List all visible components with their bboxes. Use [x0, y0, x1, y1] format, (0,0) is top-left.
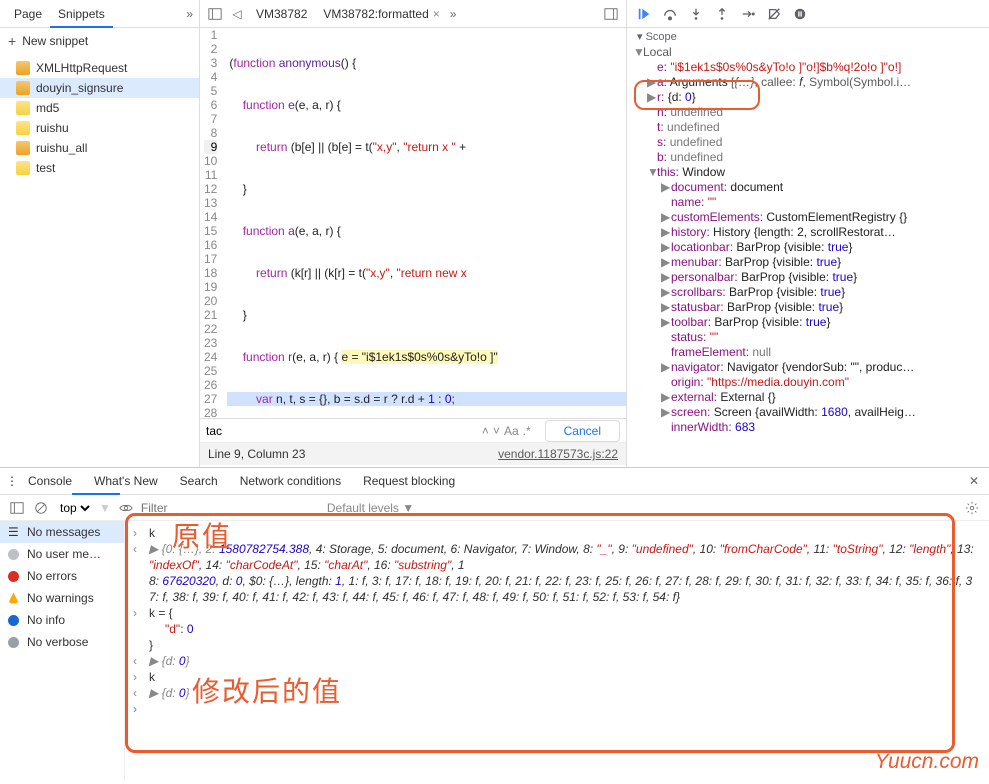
resume-icon[interactable]	[635, 5, 653, 23]
close-drawer-icon[interactable]: ✕	[969, 474, 979, 488]
tab-file-active[interactable]: VM38782:formatted×	[317, 3, 445, 25]
tree-item[interactable]: ruishu_all	[0, 138, 199, 158]
tab-request-blocking[interactable]: Request blocking	[363, 468, 455, 494]
file-icon	[16, 81, 30, 95]
filter-no-user[interactable]: No user me…	[0, 543, 124, 565]
overflow-icon[interactable]: »	[450, 7, 457, 21]
pause-exceptions-icon[interactable]	[791, 5, 809, 23]
scope-header: ▾ Scope	[633, 30, 989, 45]
tab-file[interactable]: VM38782	[250, 3, 313, 25]
line-gutter: 1234567891011121314151617181920212223242…	[200, 28, 227, 418]
deactivate-bp-icon[interactable]	[765, 5, 783, 23]
cursor-position: Line 9, Column 23	[208, 447, 305, 461]
file-icon	[16, 141, 30, 155]
console-output[interactable]: ›k ‹▶ {0: {…}, 2: 1580782754.388, 4: Sto…	[125, 521, 989, 781]
regex-toggle[interactable]: .*	[523, 424, 531, 438]
tab-page[interactable]: Page	[6, 1, 50, 27]
tab-search[interactable]: Search	[180, 468, 218, 494]
eye-icon[interactable]	[117, 499, 135, 517]
nav-back-icon[interactable]: ◁	[228, 5, 246, 23]
drawer-menu-icon[interactable]: ⋮	[6, 474, 18, 488]
step-over-icon[interactable]	[661, 5, 679, 23]
step-icon[interactable]	[739, 5, 757, 23]
tab-whatsnew[interactable]: What's New	[94, 468, 158, 494]
search-input[interactable]	[206, 424, 426, 438]
file-icon	[16, 121, 30, 135]
filter-no-messages[interactable]: ☰No messages	[0, 521, 124, 543]
next-match-icon[interactable]: ˅	[493, 424, 500, 438]
tab-snippets[interactable]: Snippets	[50, 1, 113, 27]
filter-no-verbose[interactable]: No verbose	[0, 631, 124, 653]
source-link[interactable]: vendor.1187573c.js:22	[498, 447, 618, 461]
step-into-icon[interactable]	[687, 5, 705, 23]
tree-item[interactable]: XMLHttpRequest	[0, 58, 199, 78]
file-icon	[16, 61, 30, 75]
tab-network-cond[interactable]: Network conditions	[240, 468, 341, 494]
tree-item[interactable]: ruishu	[0, 118, 199, 138]
tree-item[interactable]: douyin_signsure	[0, 78, 199, 98]
new-snippet-button[interactable]: + New snippet	[0, 28, 199, 54]
tree-item[interactable]: md5	[0, 98, 199, 118]
show-nav-icon[interactable]	[206, 5, 224, 23]
code-editor[interactable]: (function anonymous() { function e(e, a,…	[227, 28, 626, 418]
filter-no-info[interactable]: No info	[0, 609, 124, 631]
levels-dropdown[interactable]: Default levels ▼	[327, 501, 414, 515]
overflow-icon[interactable]: »	[186, 7, 193, 21]
filter-input[interactable]	[141, 501, 321, 515]
tab-console[interactable]: Console	[28, 468, 72, 494]
tree-item[interactable]: test	[0, 158, 199, 178]
cancel-button[interactable]: Cancel	[545, 420, 620, 442]
clear-console-icon[interactable]	[32, 499, 50, 517]
prev-match-icon[interactable]: ˄	[482, 424, 489, 438]
show-right-icon[interactable]	[602, 5, 620, 23]
context-select[interactable]: top	[56, 500, 93, 516]
filter-no-errors[interactable]: No errors	[0, 565, 124, 587]
file-icon	[16, 101, 30, 115]
toggle-sidebar-icon[interactable]	[8, 499, 26, 517]
step-out-icon[interactable]	[713, 5, 731, 23]
match-case[interactable]: Aa	[504, 424, 519, 438]
file-icon	[16, 161, 30, 175]
console-settings-icon[interactable]	[963, 499, 981, 517]
plus-icon: +	[8, 33, 16, 49]
watermark: Yuucn.com	[875, 750, 979, 774]
tab-close-icon[interactable]: ×	[433, 7, 440, 21]
filter-no-warnings[interactable]: No warnings	[0, 587, 124, 609]
